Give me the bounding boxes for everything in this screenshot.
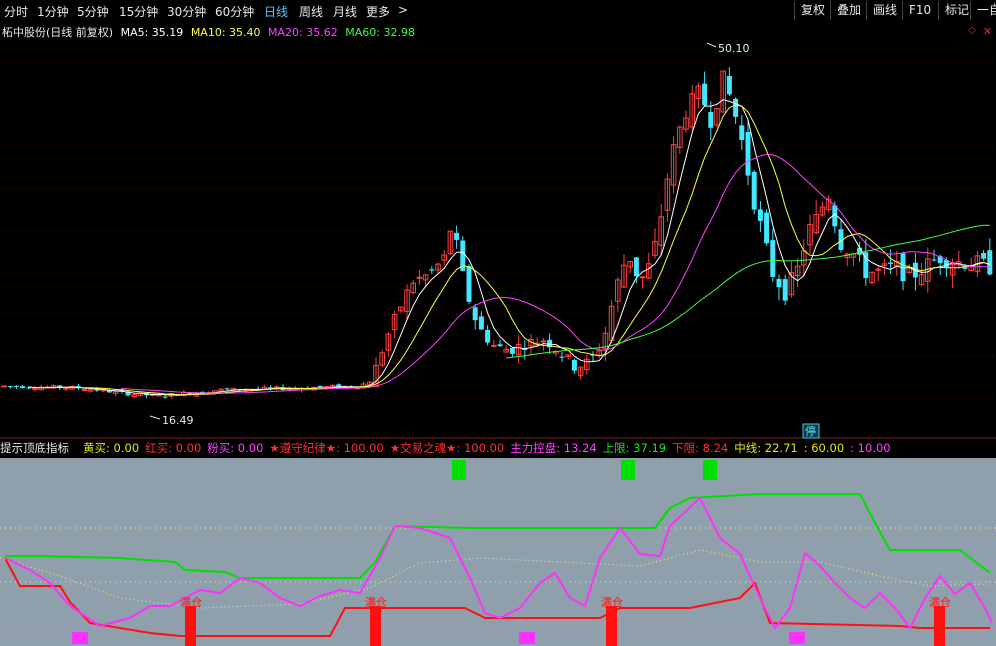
chevron-right-icon[interactable]: >	[398, 3, 408, 17]
low-price-label: 16.49	[162, 414, 194, 427]
indicator-value-1: 红买: 0.00	[145, 441, 202, 455]
tab-4[interactable]: 30分钟	[167, 3, 206, 20]
ma20-value: MA20: 35.62	[268, 26, 338, 39]
tab-8[interactable]: 月线	[333, 3, 357, 20]
indicator-header: 提示顶底指标 黄买: 0.00 红买: 0.00 粉买: 0.00 ★遵守纪律★: 10…	[0, 439, 996, 458]
indicator-name: 提示顶底指标	[0, 441, 69, 455]
indicator-value-10: : 10.00	[850, 441, 891, 455]
indicator-value-5: 主力控盘: 13.24	[510, 441, 597, 455]
toolbar-button-1[interactable]: 叠加	[830, 1, 867, 20]
diamond-icon[interactable]: ◇	[968, 25, 976, 36]
buy-signal-marker	[703, 460, 717, 480]
tab-3[interactable]: 15分钟	[119, 3, 158, 20]
toolbar-button-2[interactable]: 画线	[866, 1, 903, 20]
indicator-chart: 满仓 满仓 满仓 满仓	[0, 458, 996, 646]
full-position-label: 满仓	[365, 595, 387, 609]
close-icon[interactable]: ✕	[983, 25, 992, 38]
tab-1[interactable]: 1分钟	[37, 3, 69, 20]
tab-2[interactable]: 5分钟	[77, 3, 109, 20]
indicator-value-9: : 60.00	[803, 441, 845, 455]
tab-0[interactable]: 分时	[4, 3, 28, 20]
buy-signal-marker	[452, 460, 466, 480]
ma5-value: MA5: 35.19	[120, 26, 184, 39]
candle	[1, 385, 7, 388]
period-toolbar: 分时 1分钟 5分钟 15分钟 30分钟 60分钟 日线 周线 月线 更多 > 复权 叠加 画线 F10 标记…	[0, 0, 996, 23]
tab-9[interactable]: 更多	[366, 3, 390, 20]
indicator-value-8: 中线: 22.71	[734, 441, 798, 455]
indicator-value-2: 粉买: 0.00	[207, 441, 264, 455]
tab-6[interactable]: 日线	[264, 3, 288, 20]
toolbar-button-0[interactable]: 复权	[794, 1, 831, 20]
candlestick-chart: 50.10 16.49 停	[0, 22, 996, 439]
full-position-bar	[934, 606, 945, 646]
candle	[764, 209, 770, 246]
buy-signal-marker	[621, 460, 635, 480]
bottom-signal-marker	[72, 632, 88, 644]
full-position-label: 满仓	[601, 595, 623, 609]
ma60-value: MA60: 32.98	[345, 26, 415, 39]
full-position-label: 满仓	[929, 595, 951, 609]
tab-5[interactable]: 60分钟	[215, 3, 254, 20]
stock-name: 柘中股份(日线 前复权)	[2, 26, 114, 39]
bottom-signal-marker	[789, 632, 805, 644]
stop-badge: 停	[805, 424, 816, 438]
candle	[466, 263, 472, 305]
full-position-bar	[185, 606, 196, 646]
high-price-label: 50.10	[718, 42, 750, 55]
full-position-bar	[606, 606, 617, 646]
indicator-value-4: ★交易之魂★: 100.00	[389, 441, 505, 455]
ma10-value: MA10: 35.40	[190, 26, 261, 39]
ma-legend: 柘中股份(日线 前复权) MA5: 35.19 MA10: 35.40 MA20…	[2, 24, 419, 40]
toolbar-button-5[interactable]: 一自	[970, 1, 996, 20]
candle	[782, 274, 788, 306]
tab-7[interactable]: 周线	[299, 3, 323, 20]
full-position-label: 满仓	[180, 595, 202, 609]
indicator-value-7: 下限: 8.24	[672, 441, 729, 455]
bottom-signal-marker	[519, 632, 535, 644]
indicator-value-3: ★遵守纪律★: 100.00	[269, 441, 384, 455]
indicator-value-6: 上限: 37.19	[602, 441, 667, 455]
candle	[751, 169, 757, 215]
toolbar-button-3[interactable]: F10	[902, 1, 937, 20]
indicator-value-0: 黄买: 0.00	[83, 441, 140, 455]
full-position-bar	[370, 606, 381, 646]
